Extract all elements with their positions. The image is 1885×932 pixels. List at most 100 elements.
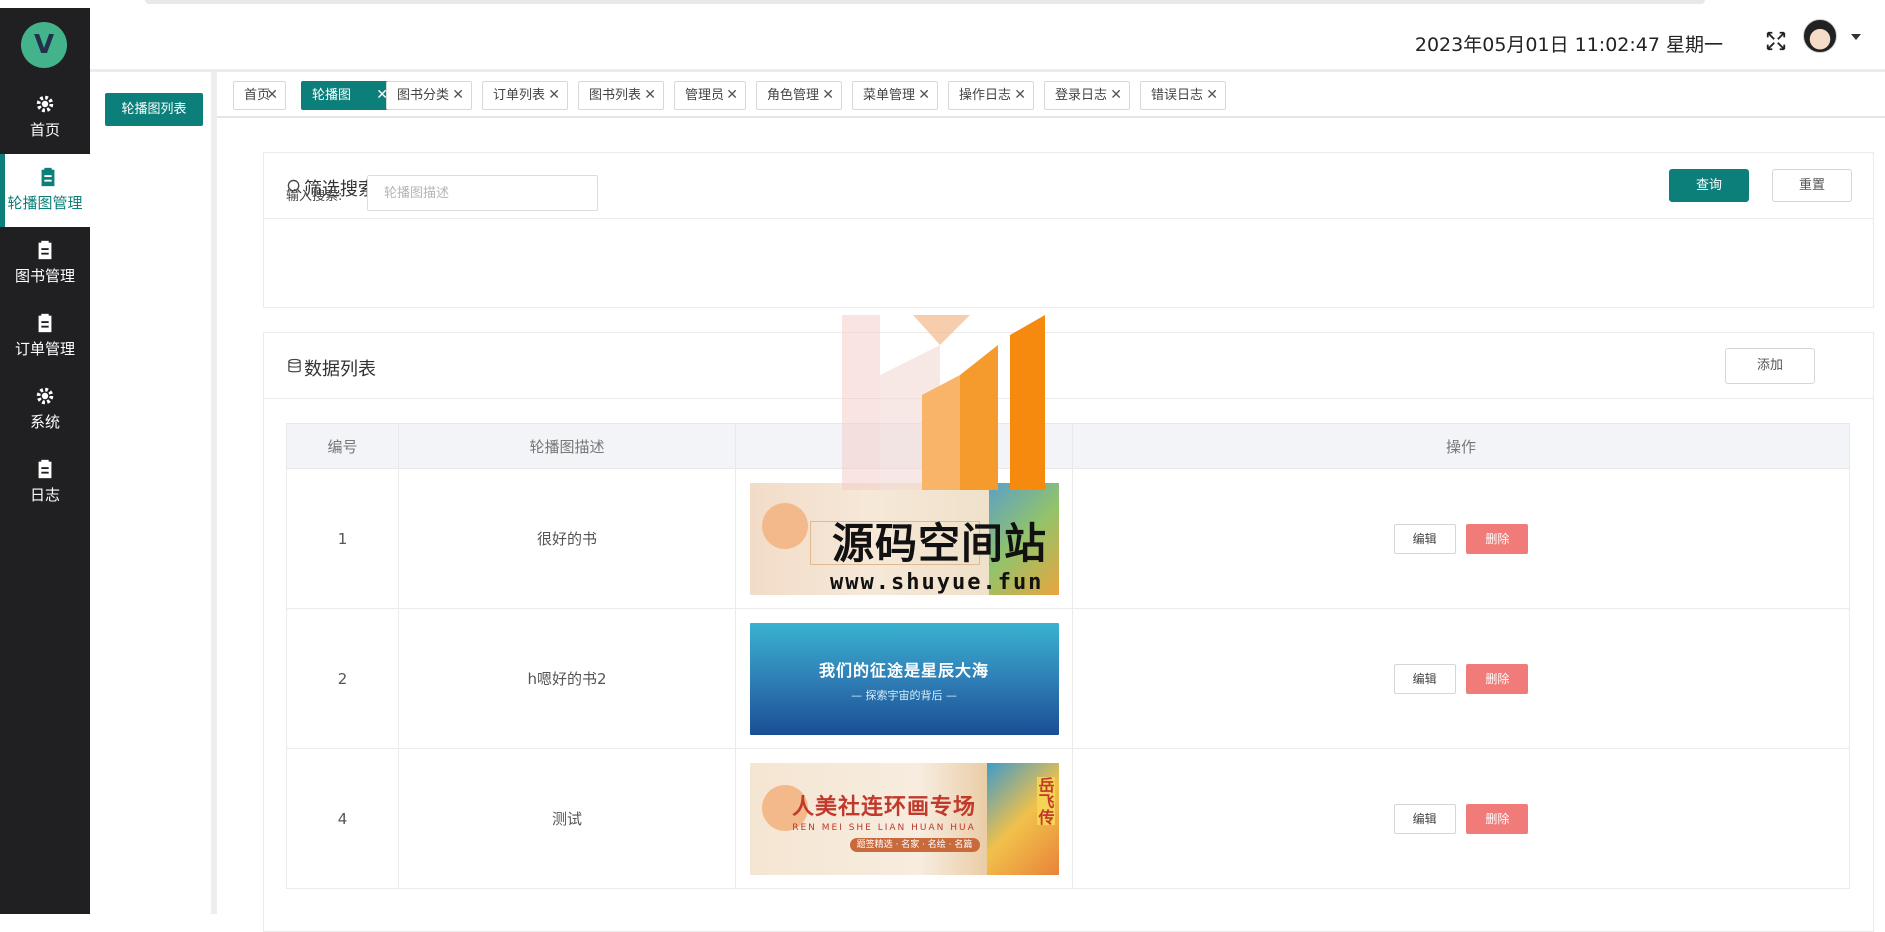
clipboard-icon: [38, 313, 52, 333]
user-avatar[interactable]: [1803, 19, 1837, 53]
delete-button[interactable]: 删除: [1466, 663, 1529, 694]
sidebar-item-label: 系统: [29, 413, 60, 431]
sidebar-item-logs[interactable]: 日志: [0, 446, 90, 519]
main-content: 筛选搜索 查询 重置 输入搜索: 数据列表 添加 编号 轮播图描述 操作: [223, 118, 1885, 932]
close-icon[interactable]: ✕: [644, 82, 656, 109]
search-input-label: 输入搜索:: [286, 189, 343, 204]
clipboard-icon: [38, 240, 52, 260]
subnav-item-carousel-list[interactable]: 轮播图列表: [105, 93, 203, 126]
close-icon[interactable]: ✕: [548, 82, 560, 109]
reset-button[interactable]: 重置: [1772, 169, 1852, 202]
sidebar-item-label: 订单管理: [14, 340, 75, 358]
tab-label: 错误日志: [1151, 88, 1204, 103]
tab-label: 轮播图: [312, 88, 352, 103]
search-input[interactable]: [367, 175, 598, 211]
gear-icon: [36, 387, 54, 405]
tab-label: 操作日志: [959, 88, 1012, 103]
top-header: 2023年05月01日 11:02:47 星期一: [90, 8, 1885, 72]
cell-id: 1: [286, 468, 399, 609]
cell-image: 我们的征途是星辰大海 — 探索宇宙的背后 —: [735, 608, 1073, 749]
sidebar-item-label: 首页: [29, 121, 60, 139]
tab-label: 角色管理: [767, 88, 820, 103]
close-icon[interactable]: ✕: [1014, 82, 1026, 109]
data-list-header: 数据列表 添加: [264, 333, 1873, 399]
column-header-image: [735, 423, 1073, 469]
cell-image: 人美社连环画专场 REN MEI SHE LIAN HUAN HUA 题签精选 …: [735, 748, 1073, 889]
close-icon[interactable]: ✕: [726, 82, 738, 109]
carousel-table: 编号 轮播图描述 操作 1 很好的书 编辑 删除 2 h嗯好的书2 我们的征途是…: [286, 423, 1850, 889]
tab-error-log[interactable]: 错误日志 ✕: [1140, 81, 1226, 110]
tab-label: 订单列表: [493, 88, 546, 103]
tab-home[interactable]: 首页 ✕: [233, 81, 286, 110]
banner-subtitle: — 探索宇宙的背后 —: [851, 688, 957, 702]
tab-label: 图书分类: [397, 88, 450, 103]
sidebar-item-system[interactable]: 系统: [0, 373, 90, 446]
tab-order-list[interactable]: 订单列表 ✕: [482, 81, 568, 110]
cell-image: [735, 468, 1073, 609]
edit-button[interactable]: 编辑: [1393, 803, 1456, 834]
gear-icon: [36, 95, 54, 113]
close-icon[interactable]: ✕: [266, 82, 278, 109]
cell-actions: 编辑 删除: [1072, 468, 1850, 609]
add-button[interactable]: 添加: [1725, 348, 1815, 384]
table-header-row: 编号 轮播图描述 操作: [286, 423, 1850, 469]
edit-button[interactable]: 编辑: [1393, 663, 1456, 694]
database-icon: [288, 358, 301, 373]
tab-role-management[interactable]: 角色管理 ✕: [756, 81, 842, 110]
table-row: 4 测试 人美社连环画专场 REN MEI SHE LIAN HUAN HUA …: [286, 748, 1850, 889]
edit-button[interactable]: 编辑: [1393, 523, 1456, 554]
tab-book-list[interactable]: 图书列表 ✕: [578, 81, 664, 110]
tab-carousel[interactable]: 轮播图 ✕: [301, 81, 396, 110]
app-logo[interactable]: V: [21, 22, 67, 68]
tab-bar: 首页 ✕ 轮播图 ✕ 图书分类 ✕ 订单列表 ✕ 图书列表 ✕ 管理员 ✕ 角色管理 ✕ 菜单…: [217, 72, 1885, 118]
tab-label: 图书列表: [589, 88, 642, 103]
tab-operation-log[interactable]: 操作日志 ✕: [948, 81, 1034, 110]
column-header-actions: 操作: [1072, 423, 1850, 469]
close-icon[interactable]: ✕: [1206, 82, 1218, 109]
column-header-id: 编号: [286, 423, 399, 469]
sidebar-item-orders[interactable]: 订单管理: [0, 300, 90, 373]
close-icon[interactable]: ✕: [1110, 82, 1122, 109]
cell-id: 2: [286, 608, 399, 749]
cell-id: 4: [286, 748, 399, 889]
banner-side-title: 岳飞传: [1035, 776, 1055, 825]
header-datetime: 2023年05月01日 11:02:47 星期一: [1414, 34, 1723, 56]
filter-card: 筛选搜索 查询 重置 输入搜索:: [263, 152, 1874, 308]
main-sidebar: V 首页 轮播图管理 图书管理 订单管理 系统 日志: [0, 8, 90, 914]
clipboard-icon: [38, 459, 52, 479]
cell-description: h嗯好的书2: [398, 608, 736, 749]
delete-button[interactable]: 删除: [1466, 523, 1529, 554]
tab-label: 登录日志: [1055, 88, 1108, 103]
sidebar-item-books[interactable]: 图书管理: [0, 227, 90, 300]
carousel-image: 我们的征途是星辰大海 — 探索宇宙的背后 —: [749, 622, 1059, 735]
tab-label: 菜单管理: [863, 88, 916, 103]
close-icon[interactable]: ✕: [452, 82, 464, 109]
query-button[interactable]: 查询: [1669, 169, 1749, 202]
top-edge: [145, 0, 1705, 4]
tab-menu-management[interactable]: 菜单管理 ✕: [852, 81, 938, 110]
banner-title: 我们的征途是星辰大海: [818, 660, 989, 680]
chevron-down-icon[interactable]: [1851, 34, 1861, 40]
carousel-image: [749, 482, 1059, 595]
carousel-image: 人美社连环画专场 REN MEI SHE LIAN HUAN HUA 题签精选 …: [749, 762, 1059, 875]
clipboard-icon: [41, 167, 54, 187]
sidebar-item-label: 轮播图管理: [7, 194, 83, 212]
tab-login-log[interactable]: 登录日志 ✕: [1044, 81, 1130, 110]
fullscreen-icon[interactable]: [1765, 30, 1787, 52]
tab-book-category[interactable]: 图书分类 ✕: [386, 81, 472, 110]
column-header-description: 轮播图描述: [398, 423, 736, 469]
banner-band: 题签精选 · 名家 · 名绘 · 名篇: [849, 837, 980, 852]
close-icon[interactable]: ✕: [822, 82, 834, 109]
tab-admin[interactable]: 管理员 ✕: [674, 81, 746, 110]
sidebar-item-carousel[interactable]: 轮播图管理: [0, 154, 90, 227]
table-row: 2 h嗯好的书2 我们的征途是星辰大海 — 探索宇宙的背后 — 编辑 删除: [286, 608, 1850, 749]
sidebar-item-home[interactable]: 首页: [0, 81, 90, 154]
sidebar-item-label: 日志: [29, 486, 60, 504]
tab-label: 管理员: [685, 88, 725, 103]
delete-button[interactable]: 删除: [1466, 803, 1529, 834]
cell-actions: 编辑 删除: [1072, 608, 1850, 749]
cell-description: 测试: [398, 748, 736, 889]
sidebar-item-label: 图书管理: [14, 267, 75, 285]
table-row: 1 很好的书 编辑 删除: [286, 468, 1850, 609]
close-icon[interactable]: ✕: [918, 82, 930, 109]
